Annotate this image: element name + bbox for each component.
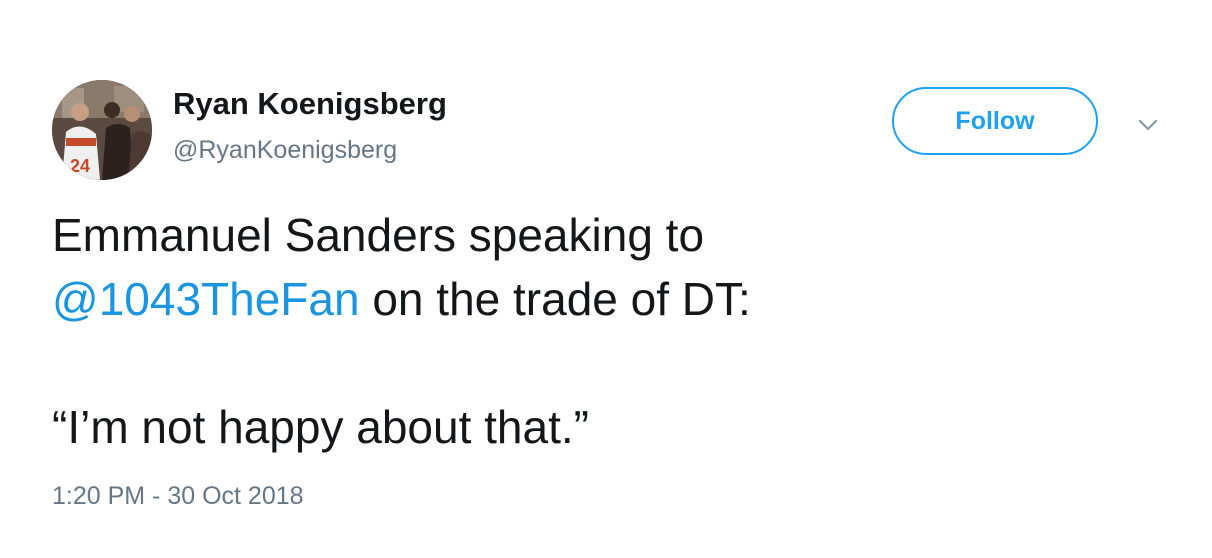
author-handle[interactable]: @RyanKoenigsberg	[173, 136, 397, 165]
avatar[interactable]: 24	[52, 80, 152, 180]
author-name[interactable]: Ryan Koenigsberg	[173, 86, 447, 122]
avatar-photo: 24	[52, 80, 152, 180]
tweet-text-line-2: @1043TheFan on the trade of DT:	[52, 267, 1172, 331]
tweet-card: 24 Ryan Koenigsberg @RyanKoenigsberg Fol…	[0, 0, 1212, 558]
svg-text:24: 24	[70, 156, 90, 176]
tweet-text-line-1: Emmanuel Sanders speaking to	[52, 209, 705, 261]
chevron-down-icon[interactable]	[1133, 110, 1163, 140]
tweet-text: Emmanuel Sanders speaking to @1043TheFan…	[52, 203, 1172, 459]
follow-button[interactable]: Follow	[892, 87, 1098, 155]
tweet-quote: “I’m not happy about that.”	[52, 401, 589, 453]
tweet-timestamp[interactable]: 1:20 PM - 30 Oct 2018	[52, 482, 304, 511]
mention-link[interactable]: @1043TheFan	[52, 273, 360, 325]
follow-button-label: Follow	[955, 106, 1035, 135]
tweet-text-line-2-rest: on the trade of DT:	[359, 273, 751, 325]
